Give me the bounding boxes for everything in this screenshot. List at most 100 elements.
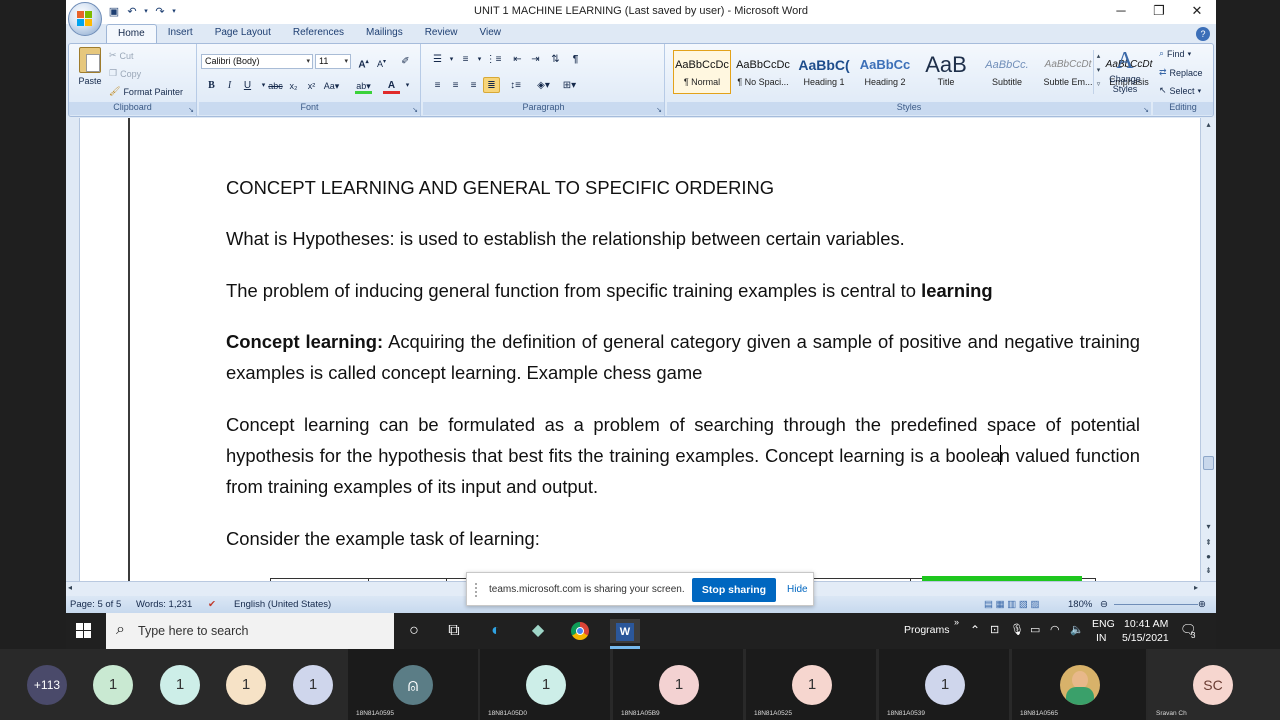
italic-icon[interactable]: I: [221, 78, 238, 94]
participant-tile[interactable]: 1 18N81A0525: [746, 649, 876, 720]
multilevel-list-icon[interactable]: ⋮≡: [485, 52, 502, 68]
underline-icon[interactable]: U: [239, 78, 256, 94]
chevrons-icon[interactable]: »: [954, 617, 959, 627]
help-icon[interactable]: ?: [1196, 27, 1210, 41]
participant-tile[interactable]: 1 18N81A05B9: [613, 649, 743, 720]
increase-indent-icon[interactable]: ⇥: [527, 52, 544, 68]
zoom-slider[interactable]: [1114, 604, 1198, 605]
restore-button[interactable]: ❐: [1140, 0, 1178, 24]
hide-banner-button[interactable]: Hide: [787, 584, 808, 595]
word-taskbar-icon[interactable]: W: [610, 619, 640, 643]
gallery-scroll[interactable]: ▴ ▾ ▿: [1093, 50, 1103, 94]
justify-icon[interactable]: ≣: [483, 77, 500, 93]
participant-tile[interactable]: +113: [0, 649, 88, 720]
font-name-box[interactable]: Calibri (Body) ▾: [201, 54, 313, 69]
align-center-icon[interactable]: ≡: [447, 78, 464, 94]
show-formatting-icon[interactable]: ¶: [567, 52, 584, 68]
participant-tile[interactable]: 1: [286, 649, 346, 720]
proofing-icon[interactable]: ✔: [208, 599, 216, 610]
align-right-icon[interactable]: ≡: [465, 78, 482, 94]
participant-tile[interactable]: 1: [220, 649, 286, 720]
style-title[interactable]: AaB Title: [917, 50, 975, 94]
participant-tile[interactable]: ⍝ 18N81A0595: [348, 649, 478, 720]
stop-sharing-button[interactable]: Stop sharing: [692, 578, 776, 602]
clock-time[interactable]: 10:41 AM: [1124, 618, 1168, 630]
taskbar-search[interactable]: ⌕ Type here to search: [106, 613, 394, 649]
replace-button[interactable]: ⇄ Replace: [1159, 67, 1203, 78]
next-page-icon[interactable]: ⇟: [1201, 566, 1216, 575]
scroll-thumb[interactable]: [1203, 456, 1214, 470]
find-button[interactable]: ⌕ Find ▾: [1159, 48, 1191, 59]
format-painter-button[interactable]: 🖌 Format Painter: [109, 86, 183, 97]
style-subtle-emphasis[interactable]: AaBbCcDt Subtle Em...: [1039, 50, 1097, 94]
strikethrough-icon[interactable]: abc: [267, 78, 284, 94]
tab-references[interactable]: References: [282, 24, 355, 44]
style-no-spacing[interactable]: AaBbCcDc ¶ No Spaci...: [734, 50, 792, 94]
participant-tile[interactable]: 1 18N81A05D0: [480, 649, 610, 720]
chrome-icon[interactable]: [568, 619, 592, 643]
tab-home[interactable]: Home: [106, 24, 157, 44]
participant-tile[interactable]: 18N81A0565: [1012, 649, 1146, 720]
dialog-launcher-icon[interactable]: ↘: [656, 106, 662, 114]
participant-tile[interactable]: SC Sravan Ch: [1148, 649, 1280, 720]
previous-page-icon[interactable]: ⇞: [1201, 538, 1216, 547]
meet-now-icon[interactable]: ⊡: [990, 623, 999, 636]
select-button[interactable]: ↖ Select ▾: [1159, 85, 1201, 96]
sort-icon[interactable]: ⇅: [547, 52, 564, 68]
office-button[interactable]: [68, 2, 102, 36]
style-heading-2[interactable]: AaBbCc Heading 2: [856, 50, 914, 94]
shrink-font-icon[interactable]: A▾: [373, 54, 390, 70]
close-button[interactable]: ✕: [1178, 0, 1216, 24]
zoom-out-icon[interactable]: ⊖: [1100, 599, 1108, 610]
grow-font-icon[interactable]: A▴: [355, 54, 372, 70]
style-heading-1[interactable]: AaBbC( Heading 1: [795, 50, 853, 94]
word-count[interactable]: Words: 1,231: [136, 599, 192, 610]
chevron-down-icon[interactable]: ▾: [399, 78, 416, 94]
volume-icon[interactable]: 🔈: [1070, 623, 1084, 636]
windows-start-icon[interactable]: [76, 623, 92, 639]
align-left-icon[interactable]: ≡: [429, 78, 446, 94]
bold-icon[interactable]: B: [203, 78, 220, 94]
tab-insert[interactable]: Insert: [157, 24, 204, 44]
select-browse-object-icon[interactable]: ●: [1201, 552, 1216, 561]
language-indicator-bottom[interactable]: IN: [1096, 632, 1107, 644]
tab-mailings[interactable]: Mailings: [355, 24, 414, 44]
superscript-icon[interactable]: x²: [303, 78, 320, 94]
borders-icon[interactable]: ⊞▾: [561, 78, 578, 94]
participant-tile[interactable]: 1 18N81A0539: [879, 649, 1009, 720]
scroll-down-icon[interactable]: ▾: [1201, 522, 1216, 531]
document-area[interactable]: CONCEPT LEARNING AND GENERAL TO SPECIFIC…: [66, 118, 1206, 581]
paste-button[interactable]: Paste: [75, 47, 105, 99]
scroll-left-icon[interactable]: ◂: [68, 583, 72, 592]
subscript-icon[interactable]: x₂: [285, 78, 302, 94]
decrease-indent-icon[interactable]: ⇤: [509, 52, 526, 68]
language-indicator-top[interactable]: ENG: [1092, 618, 1115, 630]
app-icon[interactable]: ◆: [526, 619, 550, 643]
language-status[interactable]: English (United States): [234, 599, 331, 610]
highlight-icon[interactable]: ab▾: [355, 78, 372, 94]
clock-date[interactable]: 5/15/2021: [1122, 632, 1169, 644]
participant-tile[interactable]: 1: [88, 649, 154, 720]
task-view-icon[interactable]: ⧉: [442, 619, 466, 643]
edge-icon[interactable]: ◐: [484, 619, 508, 643]
drag-handle-icon[interactable]: [475, 583, 479, 597]
wifi-icon[interactable]: ◠: [1050, 623, 1060, 636]
copy-button[interactable]: ❐ Copy: [109, 68, 141, 79]
minimize-button[interactable]: ─: [1102, 0, 1140, 24]
dialog-launcher-icon[interactable]: ↘: [188, 106, 194, 114]
tab-review[interactable]: Review: [414, 24, 469, 44]
vertical-scrollbar[interactable]: ▴ ▾ ⇞ ● ⇟: [1200, 118, 1216, 581]
shading-icon[interactable]: ◈▾: [535, 78, 552, 94]
zoom-level[interactable]: 180%: [1068, 599, 1092, 610]
programs-toolbar[interactable]: Programs: [904, 624, 950, 636]
line-spacing-icon[interactable]: ↕≡: [507, 78, 524, 94]
microphone-icon[interactable]: 🎙: [1010, 623, 1024, 636]
style-subtitle[interactable]: AaBbCc. Subtitle: [978, 50, 1036, 94]
font-size-box[interactable]: 11 ▾: [315, 54, 351, 69]
zoom-in-icon[interactable]: ⊕: [1198, 599, 1206, 610]
clear-formatting-icon[interactable]: ✐: [397, 54, 414, 70]
view-buttons[interactable]: ▤ ▦ ▥ ▧ ▨: [984, 599, 1039, 610]
change-styles-button[interactable]: A Change Styles: [1105, 48, 1145, 94]
tab-view[interactable]: View: [469, 24, 513, 44]
cortana-icon[interactable]: ○: [402, 619, 426, 643]
